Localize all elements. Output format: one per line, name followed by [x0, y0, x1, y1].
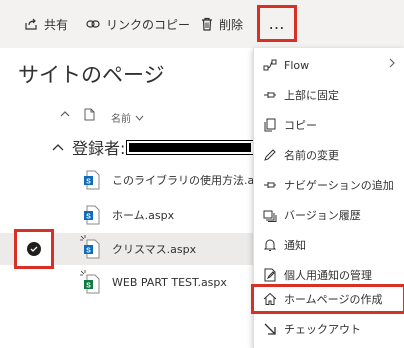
- checkout-icon: [264, 323, 276, 335]
- file-row[interactable]: S このライブラリの使用方法.a: [0, 164, 260, 196]
- page-title: サイトのページ: [18, 63, 165, 87]
- delete-label: 削除: [219, 17, 244, 32]
- menu-item-label: 名前の変更: [284, 149, 339, 162]
- copy-link-label: リンクのコピー: [106, 17, 191, 32]
- checkmark-icon: [27, 242, 41, 256]
- menu-item-label: チェックアウト: [284, 323, 361, 336]
- file-name[interactable]: このライブラリの使用方法.a: [112, 172, 254, 188]
- share-button[interactable]: 共有: [24, 14, 68, 34]
- home-icon: [263, 292, 277, 305]
- svg-text:S: S: [86, 179, 91, 186]
- collapse-all-chevron-icon[interactable]: [60, 110, 70, 118]
- rename-icon: [264, 149, 276, 161]
- link-icon: [86, 20, 100, 28]
- share-label: 共有: [44, 17, 69, 32]
- group-header[interactable]: 登録者:: [52, 135, 255, 159]
- row-select-checkbox[interactable]: [14, 229, 54, 269]
- menu-item-label: バージョン履歴: [284, 209, 361, 222]
- version-history-icon: [263, 210, 277, 222]
- group-collapse-chevron-icon[interactable]: [52, 143, 64, 151]
- file-row[interactable]: S ホーム.aspx: [0, 199, 260, 231]
- aspx-file-new-icon: S: [80, 235, 100, 259]
- file-name[interactable]: ホーム.aspx: [112, 207, 174, 223]
- more-actions-button[interactable]: …: [257, 5, 297, 42]
- bell-icon: [263, 239, 277, 251]
- svg-text:S: S: [86, 248, 91, 255]
- aspx-file-icon: S: [84, 170, 100, 190]
- chevron-right-icon: [389, 58, 395, 68]
- pin-icon: [264, 182, 276, 188]
- menu-item-add-navigation[interactable]: ナビゲーションの追加: [254, 170, 404, 200]
- more-actions-menu: Flow 上部に固定 コピー 名前の変更 ナビゲーションの追加 バージョン履歴 …: [251, 48, 404, 348]
- redacted-author: [126, 139, 255, 155]
- menu-item-version-history[interactable]: バージョン履歴: [254, 200, 404, 230]
- menu-item-label: ナビゲーションの追加: [284, 179, 394, 192]
- file-name[interactable]: WEB PART TEST.aspx: [112, 276, 227, 289]
- column-header-name-label: 名前: [111, 114, 131, 125]
- menu-item-flow[interactable]: Flow: [254, 50, 404, 80]
- column-header-name[interactable]: 名前: [111, 110, 144, 125]
- copy-icon: [264, 118, 276, 132]
- pin-icon: [264, 92, 276, 98]
- menu-item-label: 通知: [284, 239, 306, 252]
- group-label: 登録者:: [72, 139, 126, 158]
- menu-item-label: コピー: [284, 119, 317, 132]
- file-row[interactable]: S WEB PART TEST.aspx: [0, 268, 260, 300]
- aspx-file-new-icon: S: [80, 270, 100, 294]
- share-icon: [25, 18, 37, 30]
- file-type-header-icon: [84, 108, 95, 121]
- delete-button[interactable]: 削除: [201, 14, 243, 34]
- copy-link-button[interactable]: リンクのコピー: [86, 14, 190, 34]
- trash-icon: [202, 17, 212, 31]
- menu-item-label: Flow: [284, 58, 310, 72]
- more-icon: …: [268, 14, 286, 33]
- svg-text:S: S: [86, 283, 91, 290]
- file-name[interactable]: クリスマス.aspx: [112, 241, 196, 257]
- menu-item-rename[interactable]: 名前の変更: [254, 140, 404, 170]
- aspx-file-icon: S: [84, 205, 100, 225]
- svg-text:S: S: [86, 214, 91, 221]
- menu-item-alert[interactable]: 通知: [254, 230, 404, 260]
- command-bar: 共有 リンクのコピー 削除 …: [0, 0, 404, 48]
- menu-item-make-homepage[interactable]: ホームページの作成: [251, 284, 404, 314]
- menu-item-copy[interactable]: コピー: [254, 110, 404, 140]
- chevron-down-icon: [135, 115, 144, 121]
- menu-item-check-out[interactable]: チェックアウト: [254, 314, 404, 344]
- manage-alerts-icon: [264, 268, 276, 282]
- menu-item-pin-to-top[interactable]: 上部に固定: [254, 80, 404, 110]
- menu-item-label: 個人用通知の管理: [284, 269, 372, 282]
- menu-item-label: 上部に固定: [284, 89, 339, 102]
- flow-icon: [263, 59, 277, 71]
- menu-item-label: ホームページの作成: [284, 293, 383, 306]
